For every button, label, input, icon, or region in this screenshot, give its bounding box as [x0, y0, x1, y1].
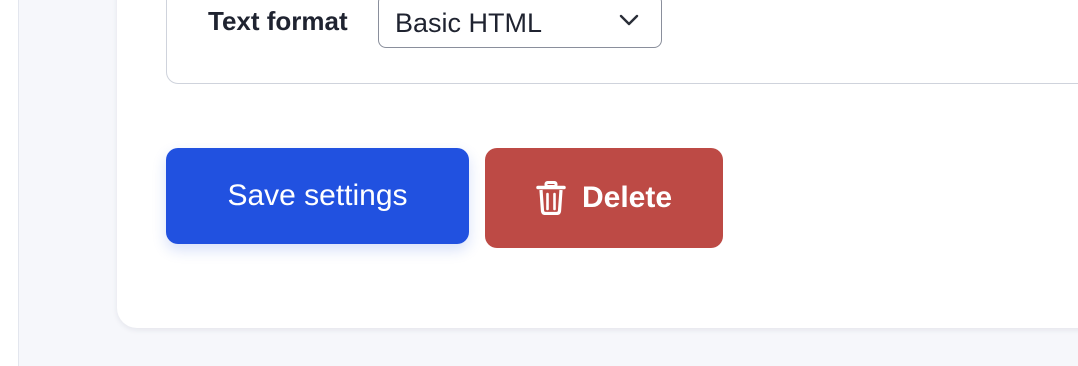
text-format-label: Text format — [208, 6, 348, 36]
page: Text format Basic HTML Save settings Del… — [0, 0, 1078, 366]
text-format-select[interactable]: Basic HTML — [378, 0, 662, 48]
trash-icon — [536, 181, 566, 215]
save-settings-label: Save settings — [227, 179, 408, 212]
text-format-selected-value: Basic HTML — [395, 8, 543, 38]
delete-button[interactable]: Delete — [485, 148, 723, 248]
save-settings-button[interactable]: Save settings — [166, 148, 469, 244]
delete-label: Delete — [581, 181, 673, 214]
chevron-down-icon — [619, 14, 639, 26]
left-rail — [0, 0, 19, 366]
